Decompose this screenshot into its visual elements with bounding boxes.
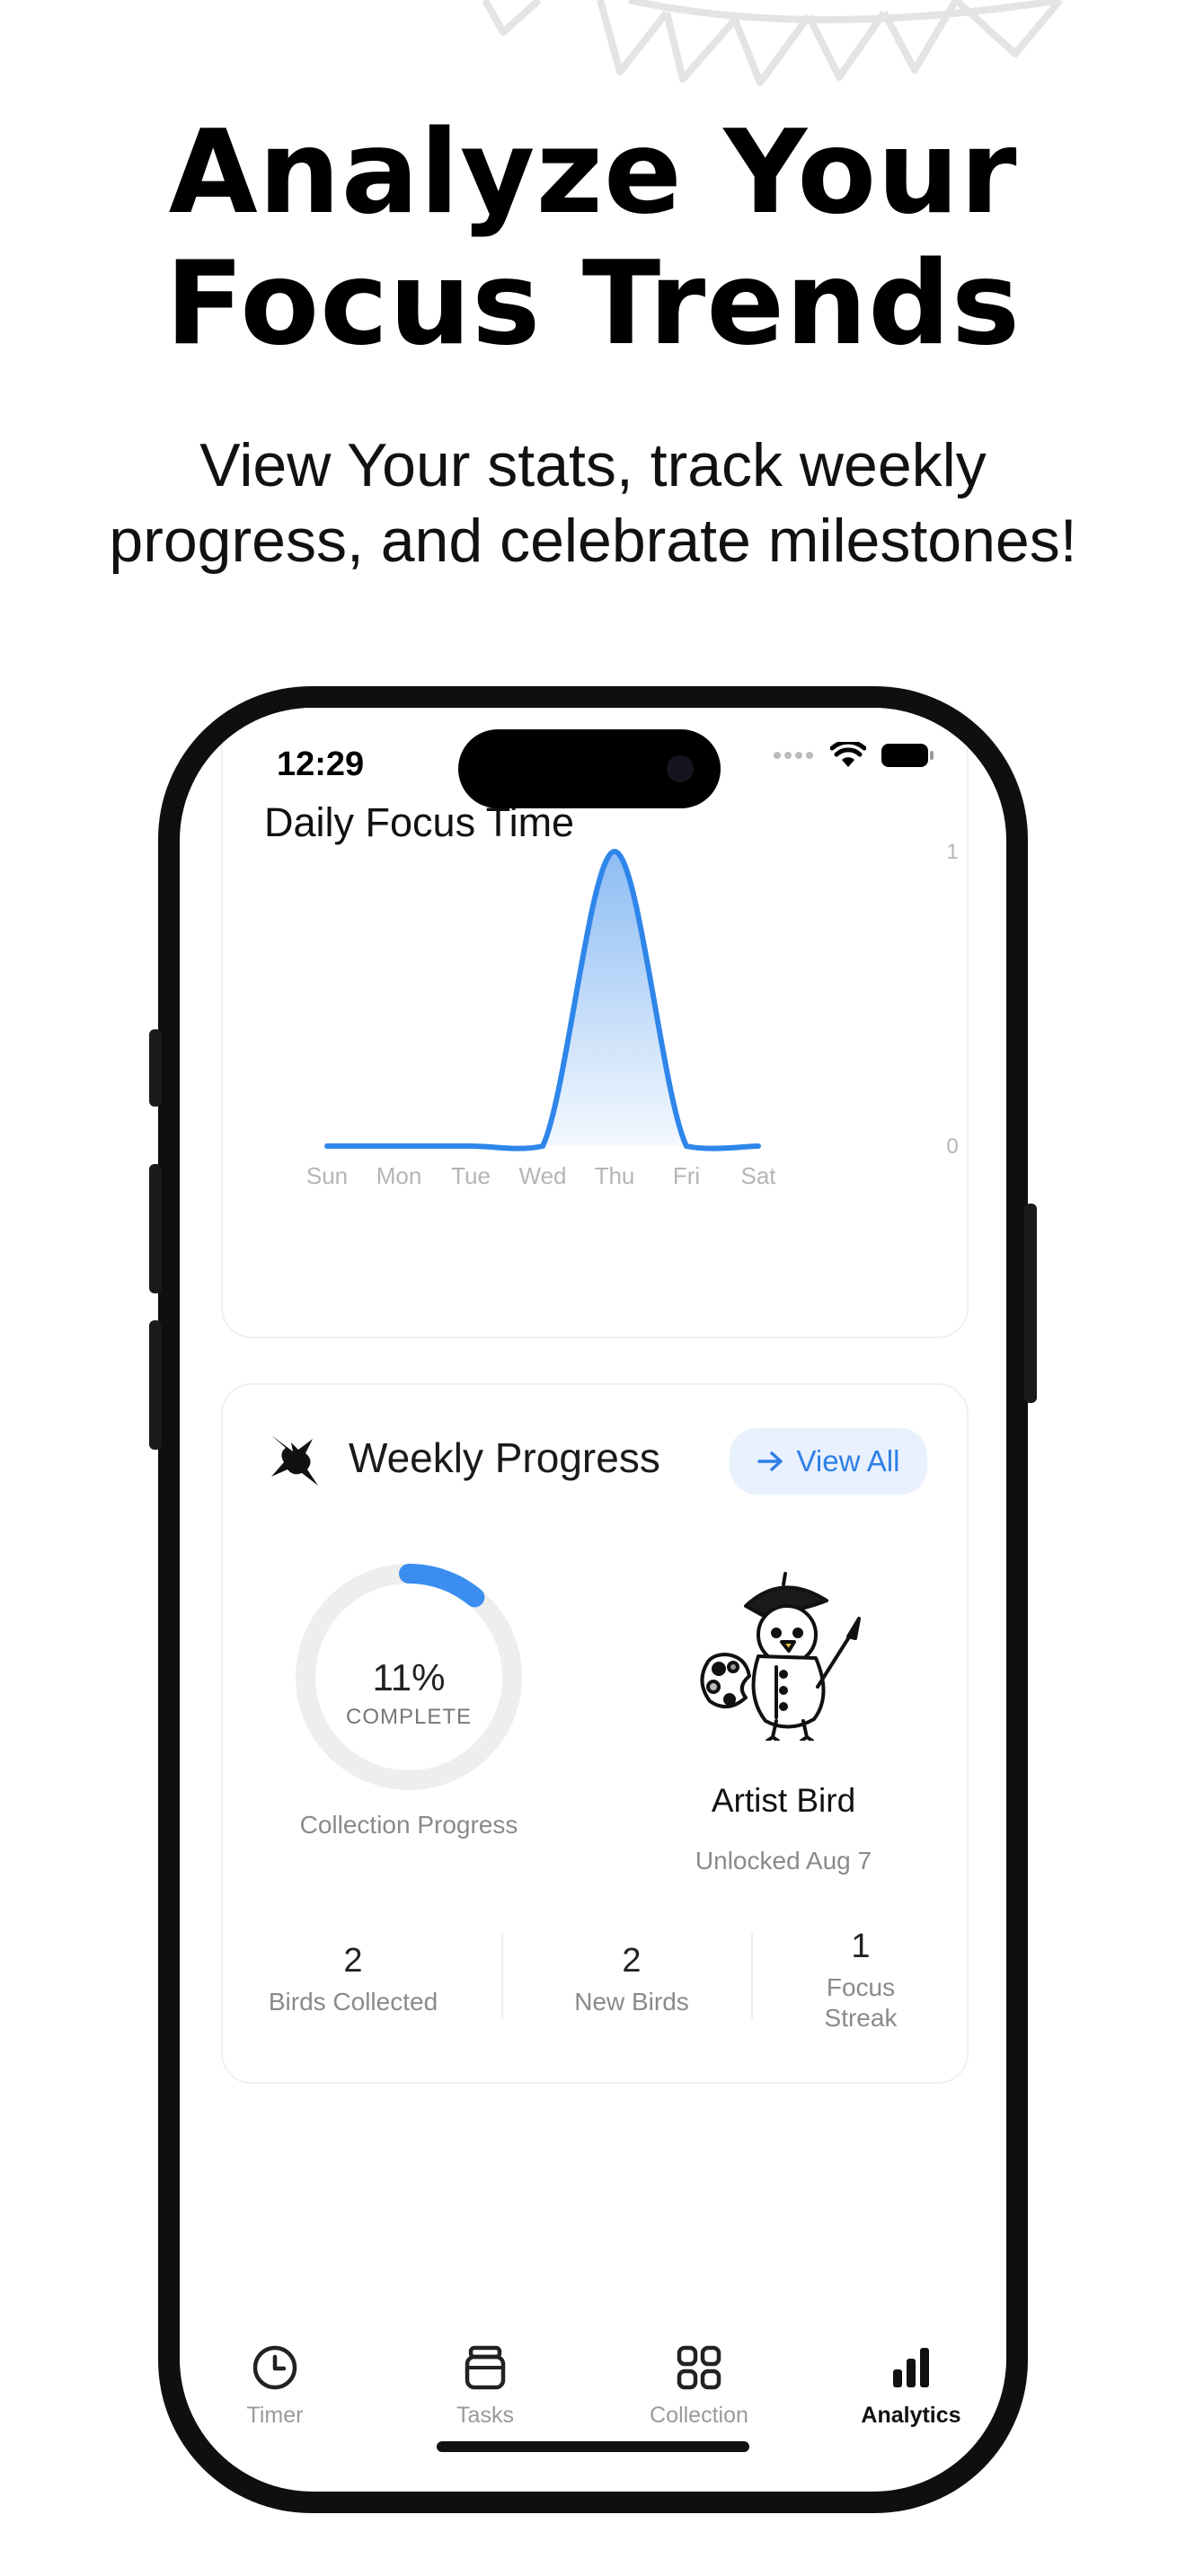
chart-area-fill (327, 851, 758, 1149)
x-tick-label: Thu (595, 1162, 635, 1189)
chart-series-line (324, 848, 761, 1151)
tab-analytics-label: Analytics (861, 2403, 961, 2428)
subheadline-line-2: progress, and celebrate milestones! (109, 507, 1077, 575)
birds-collected-value: 2 (343, 1942, 363, 1980)
volume-up-button (149, 1164, 162, 1293)
clock-icon (252, 2345, 297, 2390)
focus-streak-label-line-2: Streak (824, 2004, 898, 2032)
tab-tasks-label: Tasks (456, 2403, 514, 2428)
tab-analytics[interactable]: Analytics (821, 2342, 1001, 2429)
view-all-label: View All (796, 1444, 900, 1478)
tab-timer[interactable]: Timer (185, 2342, 365, 2429)
status-time: 12:29 (277, 745, 365, 783)
tab-tasks[interactable]: Tasks (395, 2342, 575, 2429)
battery-icon (881, 744, 934, 767)
arrow-right-icon (757, 1451, 783, 1471)
collection-progress-caption: Collection Progress (299, 1811, 518, 1839)
dynamic-island (458, 729, 721, 808)
new-birds-label: New Birds (574, 1988, 689, 2016)
grid-icon (677, 2345, 721, 2390)
weekly-progress-card: Weekly Progress View All 11% COMPLETE Co… (221, 1383, 969, 2084)
x-tick-label: Fri (673, 1162, 700, 1189)
focus-streak-value: 1 (851, 1928, 871, 1965)
wifi-icon (830, 742, 866, 767)
camera-icon (667, 755, 694, 782)
tab-collection[interactable]: Collection (609, 2342, 789, 2429)
progress-percent: 11% (372, 1656, 446, 1698)
tab-timer-label: Timer (246, 2403, 304, 2428)
headline-line-2: Focus Trends (164, 237, 1022, 371)
stat-divider (501, 1933, 503, 2019)
headline: Analyze Your Focus Trends (0, 108, 1186, 370)
focus-streak-label-line-1: Focus (826, 1973, 896, 2001)
subheadline-line-1: View Your stats, track weekly (199, 431, 987, 499)
weekly-progress-title: Weekly Progress (349, 1434, 660, 1481)
power-button (1024, 1204, 1037, 1403)
bird-name: Artist Bird (711, 1782, 856, 1819)
artist-bird-illustration (700, 1572, 861, 1741)
status-icons (773, 742, 934, 769)
x-tick-label: Tue (451, 1162, 491, 1189)
subheadline: View Your stats, track weekly progress, … (0, 428, 1186, 578)
bar-chart-icon (893, 2348, 929, 2387)
focus-streak-label: Focus Streak (771, 1972, 951, 2033)
tab-bar: Timer Tasks Collection Analytics (180, 2342, 1006, 2441)
new-birds-value: 2 (622, 1942, 642, 1980)
y-tick-label: 0 (946, 1134, 958, 1159)
stat-divider (751, 1933, 753, 2019)
headline-line-1: Analyze Your (168, 106, 1018, 240)
volume-down-button (149, 1320, 162, 1450)
action-button (149, 1029, 162, 1107)
view-all-button[interactable]: View All (730, 1428, 927, 1495)
tab-collection-label: Collection (650, 2403, 748, 2428)
x-tick-label: Mon (376, 1162, 422, 1189)
hummingbird-icon (271, 1435, 318, 1486)
home-indicator (437, 2441, 749, 2452)
birds-collected-label: Birds Collected (268, 1988, 438, 2016)
x-tick-label: Wed (519, 1162, 567, 1189)
jar-icon (465, 2345, 506, 2390)
x-tick-label: Sun (306, 1162, 348, 1189)
signal-dots-icon (774, 752, 813, 759)
phone-screen: Daily Focus Time Sun Mon Tue Wed Thu Fri Sat 1… (180, 708, 1006, 2492)
progress-complete-label: COMPLETE (345, 1705, 473, 1729)
bird-unlocked-date: Unlocked Aug 7 (695, 1847, 872, 1875)
x-tick-label: Sat (740, 1162, 776, 1189)
y-tick-label: 1 (946, 840, 958, 864)
